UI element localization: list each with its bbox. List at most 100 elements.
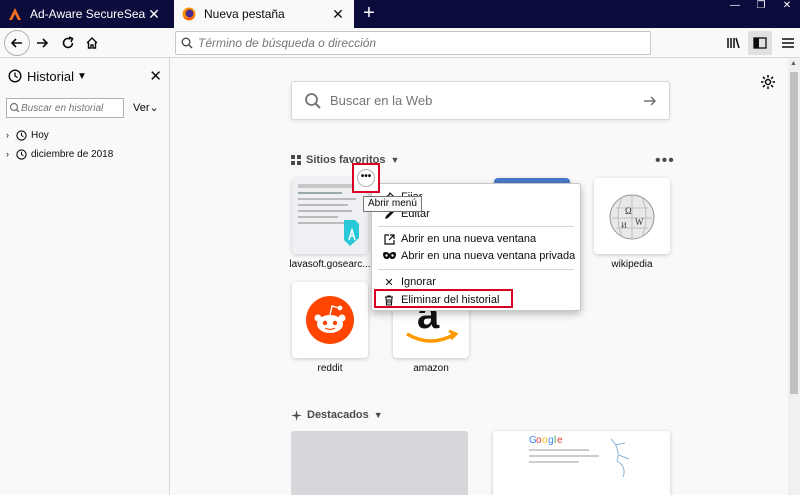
scroll-up-icon[interactable]: ▲ [790, 60, 797, 67]
scrollbar-thumb[interactable] [790, 72, 798, 394]
history-item-label: diciembre de 2018 [31, 148, 114, 160]
maximize-icon[interactable]: ❐ [748, 0, 774, 14]
svg-text:И: И [621, 221, 627, 230]
topsite-label: amazon [413, 363, 449, 374]
menu-item-open-private-window[interactable]: Abrir en una nueva ventana privada [372, 248, 580, 264]
sidebar-icon [753, 37, 767, 49]
svg-text:e: e [557, 435, 563, 446]
clock-icon [16, 129, 27, 141]
reload-icon [62, 36, 74, 49]
sidebar-toggle-button[interactable] [748, 31, 772, 55]
topsites-more-icon[interactable]: ••• [655, 152, 675, 170]
arrow-left-icon [10, 38, 22, 48]
web-search-box[interactable] [291, 81, 670, 120]
tab-new-tab[interactable]: Nueva pestaña ✕ [174, 0, 354, 28]
search-icon [305, 92, 321, 109]
new-tab-button[interactable]: + [358, 3, 380, 25]
web-search-input[interactable] [330, 93, 643, 108]
sidebar-header[interactable]: Historial ▼ ✕ [8, 66, 162, 86]
forward-button[interactable] [30, 31, 54, 55]
topsite-label: reddit [317, 363, 343, 374]
url-input[interactable] [198, 36, 650, 50]
close-window-icon[interactable]: ✕ [774, 0, 800, 14]
library-icon [727, 37, 740, 49]
gear-icon[interactable] [760, 74, 776, 90]
history-sidebar: Historial ▼ ✕ Ver⌄ › Hoy › diciembre de … [0, 58, 170, 495]
window-controls: — ❐ ✕ [722, 0, 800, 14]
clock-icon [16, 148, 27, 160]
grid-icon [291, 155, 301, 165]
view-dropdown-button[interactable]: Ver⌄ [133, 101, 159, 114]
menu-item-label: Abrir en una nueva ventana privada [401, 250, 576, 262]
history-item-today[interactable]: › Hoy [6, 127, 49, 143]
close-tab-icon[interactable]: ✕ [330, 6, 346, 22]
new-window-icon [382, 233, 396, 245]
reddit-logo-icon [292, 282, 368, 358]
svg-text:g: g [548, 435, 554, 446]
topsite-label: lavasoft.gosearc... [289, 259, 371, 270]
arrow-right-icon [37, 38, 49, 48]
library-button[interactable] [722, 31, 746, 55]
close-tab-icon[interactable]: ✕ [146, 6, 162, 22]
hamburger-menu-button[interactable] [776, 31, 800, 55]
close-icon: ✕ [384, 276, 394, 289]
home-icon [86, 37, 98, 49]
tooltip: Abrir menú [363, 196, 422, 212]
highlight-card-google[interactable]: G o o g l e [493, 431, 670, 495]
chevron-down-icon: ▼ [390, 155, 400, 165]
firefox-icon [182, 7, 196, 21]
highlight-card[interactable] [291, 431, 468, 495]
menu-separator [378, 226, 574, 227]
history-item-december-2018[interactable]: › diciembre de 2018 [6, 146, 113, 162]
history-search-box[interactable] [6, 98, 124, 118]
chevron-down-icon: ⌄ [149, 102, 159, 114]
sparkle-icon [291, 409, 302, 421]
more-options-icon[interactable]: ••• [357, 169, 375, 187]
history-item-label: Hoy [31, 129, 49, 141]
svg-text:l: l [554, 435, 556, 446]
back-button[interactable] [4, 30, 30, 56]
history-search-input[interactable] [21, 102, 116, 114]
topsite-tile-reddit[interactable] [292, 282, 368, 358]
sidebar-close-icon[interactable]: ✕ [149, 67, 162, 85]
sidebar-title: Historial [27, 68, 74, 84]
clock-icon [8, 69, 22, 83]
topsite-label: wikipedia [611, 259, 653, 270]
menu-item-label: Abrir en una nueva ventana [401, 233, 537, 245]
chevron-down-icon: ▼ [76, 70, 87, 82]
annotation-highlight-delete [374, 289, 513, 308]
highlights-title: Destacados [307, 409, 369, 421]
arrow-right-icon[interactable] [643, 94, 657, 108]
tab-label: Ad-Aware SecureSearch [30, 7, 146, 21]
menu-item-dismiss[interactable]: ✕ Ignorar [372, 274, 580, 290]
svg-text:W: W [635, 217, 644, 227]
reload-button[interactable] [56, 31, 80, 55]
menu-separator [378, 269, 574, 270]
tile-more-button-highlight[interactable]: ••• [352, 163, 380, 193]
tab-strip: Ad-Aware SecureSearch ✕ Nueva pestaña ✕ … [0, 0, 800, 28]
minimize-icon[interactable]: — [722, 0, 748, 14]
adaware-logo-icon [8, 7, 22, 21]
menu-item-label: Ignorar [401, 276, 436, 288]
url-bar[interactable] [175, 31, 651, 55]
hamburger-icon [782, 38, 794, 48]
view-label: Ver [133, 102, 150, 114]
site-screenshot: G o o g l e [529, 435, 630, 478]
chevron-right-icon: › [6, 130, 9, 140]
chevron-right-icon: › [6, 149, 9, 159]
tab-adaware[interactable]: Ad-Aware SecureSearch ✕ [0, 0, 170, 28]
wikipedia-globe-icon: Ω W И [594, 178, 670, 254]
tab-label: Nueva pestaña [204, 7, 285, 21]
search-icon [9, 102, 20, 113]
highlights-section-title[interactable]: Destacados ▼ [291, 409, 383, 421]
svg-text:Ω: Ω [625, 206, 632, 216]
private-mask-icon [382, 252, 396, 260]
topsite-tile-wikipedia[interactable]: Ω W И [594, 178, 670, 254]
search-icon [176, 37, 198, 49]
menu-item-open-new-window[interactable]: Abrir en una nueva ventana [372, 231, 580, 247]
home-button[interactable] [80, 31, 104, 55]
navigation-toolbar [0, 28, 800, 58]
topsites-section-title[interactable]: Sitios favoritos ▼ [291, 154, 399, 166]
page-scrollbar[interactable]: ▲ [788, 58, 800, 495]
chevron-down-icon: ▼ [373, 410, 383, 420]
